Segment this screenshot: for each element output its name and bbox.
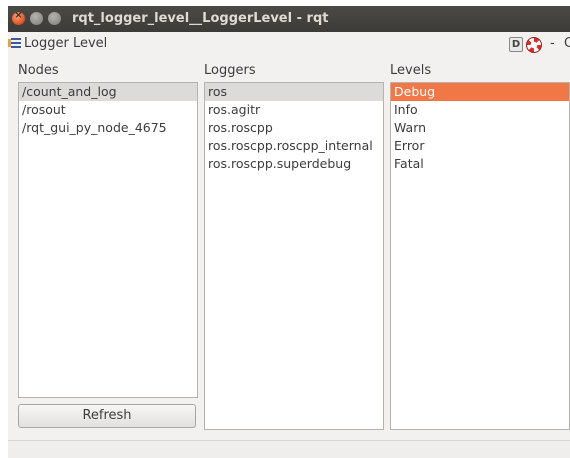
status-bar [8, 440, 570, 458]
level-list-item[interactable]: Error [391, 137, 569, 155]
logger-list-item[interactable]: ros.roscpp.roscpp_internal [205, 137, 383, 155]
level-list-item[interactable]: Debug [391, 83, 569, 101]
logger-list-item[interactable]: ros.roscpp.superdebug [205, 155, 383, 173]
plugin-header: Logger Level D - C [8, 34, 570, 54]
logger-list-item[interactable]: ros [205, 83, 383, 101]
level-list-item[interactable]: Warn [391, 119, 569, 137]
level-list-item[interactable]: Info [391, 101, 569, 119]
refresh-button[interactable]: Refresh [18, 404, 196, 428]
levels-label: Levels [390, 63, 432, 78]
node-list-item[interactable]: /rqt_gui_py_node_4675 [19, 119, 197, 137]
loggers-label: Loggers [204, 63, 256, 78]
logger-list-item[interactable]: ros.agitr [205, 101, 383, 119]
window-close-button[interactable]: × [12, 10, 25, 25]
help-lifebuoy-icon[interactable] [526, 37, 542, 53]
window-maximize-button[interactable] [48, 12, 61, 25]
title-bar[interactable]: × rqt_logger_level__LoggerLevel - rqt [8, 6, 570, 32]
nodes-label: Nodes [18, 63, 59, 78]
node-list-item[interactable]: /rosout [19, 101, 197, 119]
window-title: rqt_logger_level__LoggerLevel - rqt [72, 11, 329, 26]
plugin-close-button[interactable]: C [564, 36, 570, 51]
node-list-item[interactable]: /count_and_log [19, 83, 197, 101]
plugin-title: Logger Level [24, 36, 108, 51]
level-list-item[interactable]: Fatal [391, 155, 569, 173]
window-minimize-button[interactable] [30, 12, 43, 25]
app-window: × rqt_logger_level__LoggerLevel - rqt Lo… [8, 6, 570, 458]
plugin-minimize-button[interactable]: - [550, 36, 555, 51]
loggers-list[interactable]: ros ros.agitr ros.roscpp ros.roscpp.roscpp_… [204, 82, 384, 430]
logger-list-item[interactable]: ros.roscpp [205, 119, 383, 137]
dock-d-button[interactable]: D [509, 37, 523, 52]
close-icon: × [14, 10, 23, 21]
nodes-list[interactable]: /count_and_log/rosout/rqt_gui_py_node_46… [18, 82, 198, 398]
logger-level-plugin-icon [8, 37, 22, 49]
levels-list[interactable]: Debug Info Warn Error Fatal [390, 82, 570, 430]
